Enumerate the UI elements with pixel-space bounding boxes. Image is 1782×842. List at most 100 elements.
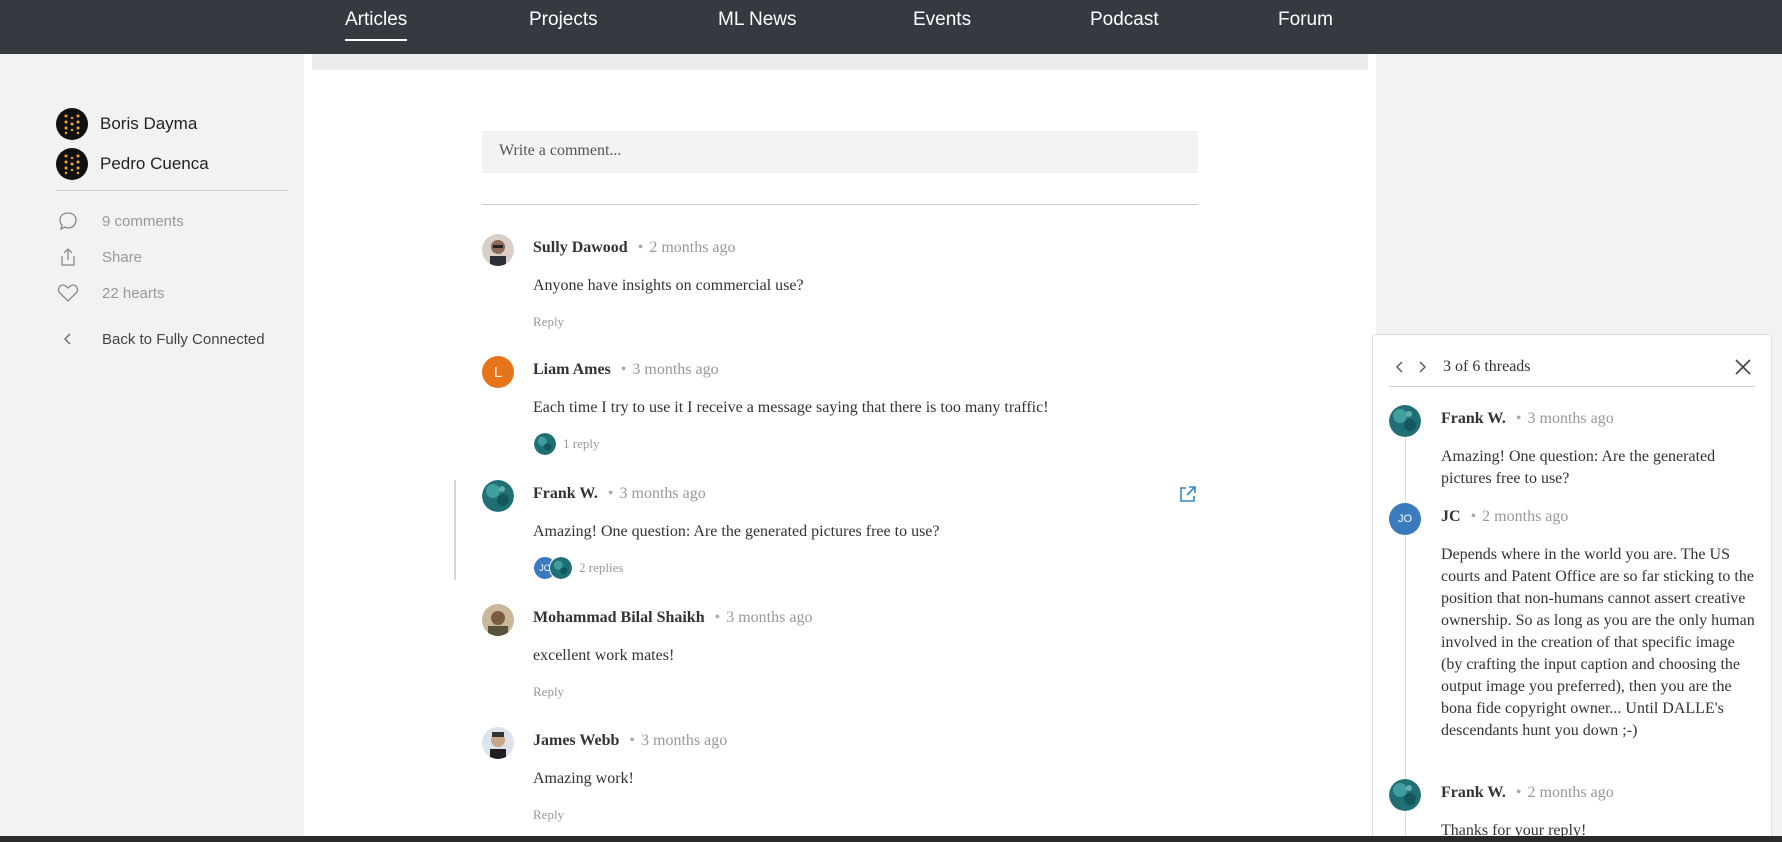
hearts-count: 22 hearts (102, 284, 165, 302)
heart-icon (56, 281, 80, 305)
next-thread-button[interactable] (1411, 355, 1433, 379)
active-thread-indicator (454, 480, 456, 580)
comment-author[interactable]: JC (1441, 508, 1461, 525)
author-boris[interactable]: Boris Dayma (56, 104, 288, 144)
separator-dot: • (1470, 508, 1477, 525)
separator-dot: • (1515, 410, 1522, 427)
comment-author[interactable]: James Webb (533, 732, 619, 749)
comment-author[interactable]: Frank W. (1441, 410, 1506, 427)
share-action[interactable]: Share (56, 239, 288, 275)
comment-header: Liam Ames • 3 months ago (533, 361, 719, 379)
top-navigation: Articles Projects ML News Events Podcast… (0, 0, 1782, 54)
comment-time: 2 months ago (1482, 508, 1569, 525)
article-sidebar: Boris Dayma Pedro Cuenca 9 comments Shar… (56, 104, 288, 357)
nav-forum[interactable]: Forum (1278, 9, 1333, 31)
author-avatar (56, 108, 88, 140)
comment-icon (56, 209, 80, 233)
hearts-action[interactable]: 22 hearts (56, 275, 288, 311)
comment-author[interactable]: Frank W. (1441, 784, 1506, 801)
avatar[interactable]: JO (1389, 503, 1421, 535)
replies-summary[interactable]: 1 reply (533, 432, 599, 456)
avatar[interactable] (482, 604, 514, 636)
separator-dot: • (629, 732, 635, 749)
comment-time: 3 months ago (641, 732, 728, 749)
comment-text: excellent work mates! (533, 647, 675, 664)
comment-text: Amazing work! (533, 770, 634, 787)
avatar[interactable]: L (482, 356, 514, 388)
separator-dot: • (714, 609, 721, 626)
reply-button[interactable]: Reply (533, 314, 564, 330)
avatar (533, 432, 557, 456)
author-name[interactable]: Pedro Cuenca (100, 154, 209, 174)
separator-dot: • (637, 239, 644, 256)
comment-time: 3 months ago (726, 609, 813, 626)
chevron-right-icon (1419, 361, 1426, 372)
reply-button[interactable]: Reply (533, 684, 564, 700)
avatar[interactable] (1389, 779, 1421, 811)
comments-count: 9 comments (102, 212, 184, 230)
comment-time: 3 months ago (632, 361, 719, 378)
share-label: Share (102, 248, 143, 266)
author-pedro[interactable]: Pedro Cuenca (56, 144, 288, 184)
comment-text: Amazing! One question: Are the generated… (533, 523, 940, 540)
comment-text: Each time I try to use it I receive a me… (533, 399, 1049, 416)
comment-author[interactable]: Liam Ames (533, 361, 611, 378)
comment-text: Amazing! One question: Are the generated… (1441, 448, 1716, 487)
thread-panel-header: 3 of 6 threads (1389, 347, 1755, 387)
nav-events[interactable]: Events (913, 9, 971, 31)
comment-text: Depends where in the world you are. The … (1441, 546, 1755, 739)
reply-button[interactable]: Reply (533, 807, 564, 823)
comment-time: 2 months ago (649, 239, 736, 256)
comments-action[interactable]: 9 comments (56, 203, 288, 239)
comment-author[interactable]: Mohammad Bilal Shaikh (533, 609, 705, 626)
comment-header: James Webb • 3 months ago (533, 732, 727, 750)
comments-divider (482, 204, 1198, 205)
separator-dot: • (1515, 784, 1522, 801)
comment-header: Frank W. • 3 months ago (1441, 410, 1614, 428)
comment-header: JC • 2 months ago (1441, 508, 1568, 526)
replies-count[interactable]: 2 replies (579, 560, 623, 576)
wandb-logo-icon (64, 114, 80, 135)
separator-dot: • (620, 361, 627, 378)
thread-panel: 3 of 6 threads Frank W. • 3 months ago Ama… (1372, 334, 1772, 842)
thread-count: 3 of 6 threads (1443, 357, 1531, 375)
comment-header: Mohammad Bilal Shaikh • 3 months ago (533, 609, 812, 627)
comment-time: 3 months ago (619, 485, 706, 502)
nav-projects[interactable]: Projects (529, 9, 598, 31)
close-icon[interactable] (1731, 355, 1755, 379)
comment-author[interactable]: Frank W. (533, 485, 598, 502)
open-external-icon[interactable] (1178, 484, 1198, 504)
chevron-left-icon (56, 332, 80, 346)
main-content: Write a comment... Sully Dawood • 2 months… (304, 54, 1376, 842)
replies-summary[interactable]: JO 2 replies (533, 556, 623, 580)
prev-thread-button[interactable] (1389, 355, 1411, 379)
avatar[interactable] (482, 234, 514, 266)
separator-dot: • (607, 485, 614, 502)
bottom-edge (0, 836, 1782, 842)
comment-author[interactable]: Sully Dawood (533, 239, 628, 256)
comment-header: Sully Dawood • 2 months ago (533, 239, 736, 257)
comment-time: 2 months ago (1527, 784, 1614, 801)
wandb-logo-icon (64, 154, 80, 175)
sidebar-divider (56, 190, 288, 191)
avatar[interactable] (1389, 405, 1421, 437)
avatar[interactable] (482, 480, 514, 512)
share-icon (56, 245, 80, 269)
avatar (549, 556, 573, 580)
nav-ml-news[interactable]: ML News (718, 9, 796, 31)
main-top-strip (312, 54, 1368, 70)
author-avatar (56, 148, 88, 180)
comment-time: 3 months ago (1527, 410, 1614, 427)
nav-podcast[interactable]: Podcast (1090, 9, 1159, 31)
author-name[interactable]: Boris Dayma (100, 114, 197, 134)
comment-header: Frank W. • 3 months ago (533, 485, 706, 503)
back-link[interactable]: Back to Fully Connected (56, 321, 288, 357)
comment-input[interactable]: Write a comment... (482, 131, 1198, 173)
avatar[interactable] (482, 727, 514, 759)
comment-text: Anyone have insights on commercial use? (533, 277, 804, 294)
back-label[interactable]: Back to Fully Connected (102, 331, 265, 348)
comment-header: Frank W. • 2 months ago (1441, 784, 1614, 802)
replies-count[interactable]: 1 reply (563, 436, 599, 452)
nav-articles[interactable]: Articles (345, 9, 408, 41)
chevron-left-icon (1396, 361, 1403, 372)
